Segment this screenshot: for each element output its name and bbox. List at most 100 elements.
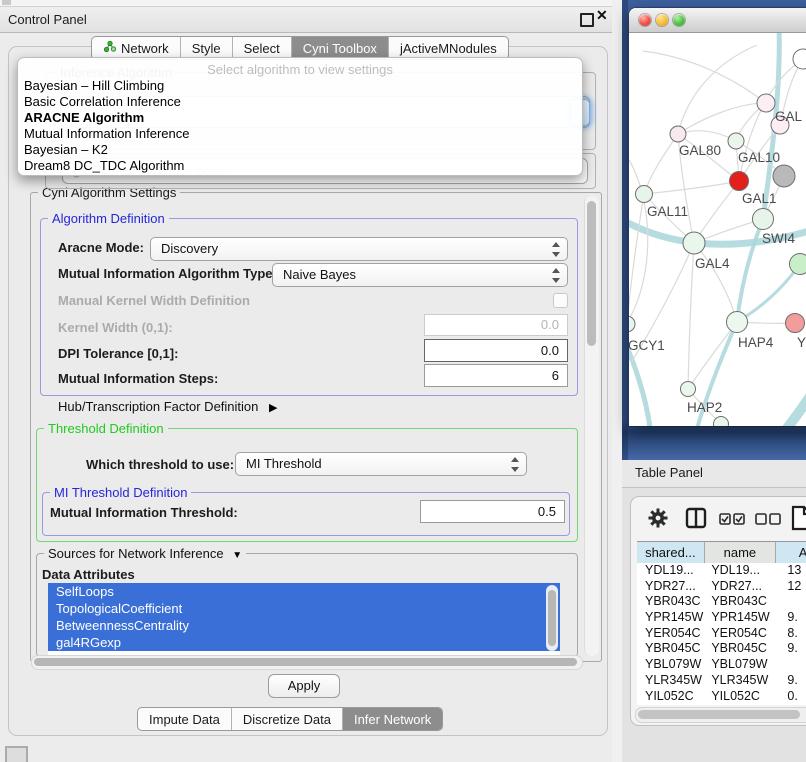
table-row[interactable]: YDR27...YDR27...12 — [637, 579, 806, 595]
close-icon[interactable]: ✕ — [596, 3, 608, 28]
network-node[interactable] — [790, 254, 806, 275]
kernel-width-input[interactable]: 0.0 — [424, 314, 568, 336]
network-window-titlebar[interactable] — [629, 8, 806, 33]
network-edge — [629, 151, 648, 329]
node-label: Y — [797, 335, 806, 350]
network-node[interactable] — [728, 133, 744, 149]
document-icon[interactable] — [791, 505, 806, 536]
network-node[interactable] — [793, 49, 806, 69]
attributes-scrollbar-thumb[interactable] — [548, 590, 556, 646]
table-row[interactable]: YER054CYER054C8. — [637, 626, 806, 642]
apply-button[interactable]: Apply — [268, 674, 340, 698]
mi-threshold-group-title: MI Threshold Definition — [50, 485, 191, 500]
table-settings-gear-icon[interactable] — [647, 507, 669, 534]
node-label: GAL1 — [742, 191, 777, 206]
panel-dock-handle[interactable] — [2, 0, 11, 5]
table-row[interactable]: YIL052CYIL052C0. — [637, 689, 806, 705]
table-cell: YBL079W — [711, 657, 781, 673]
dpi-tolerance-label: DPI Tolerance [0,1]: — [58, 346, 178, 361]
network-view-edge-shade — [622, 0, 628, 460]
table-row[interactable]: YBR043CYBR043C — [637, 594, 806, 610]
table-row[interactable]: YLR345WYLR345W9. — [637, 673, 806, 689]
settings-vertical-scrollbar-thumb[interactable] — [587, 201, 596, 346]
network-node[interactable] — [681, 382, 696, 397]
close-traffic-light[interactable] — [639, 14, 651, 26]
tab-impute-data[interactable]: Impute Data — [138, 708, 231, 730]
table-cell: YPR145W — [711, 610, 781, 626]
column-header-partial[interactable]: A — [776, 542, 806, 564]
algorithm-option[interactable]: Bayesian – Hill Climbing — [18, 78, 582, 94]
zoom-traffic-light[interactable] — [673, 14, 685, 26]
table-horizontal-scrollbar-thumb[interactable] — [638, 710, 800, 719]
network-node[interactable] — [753, 209, 774, 230]
mi-threshold-input[interactable]: 0.5 — [420, 500, 565, 523]
tab-style[interactable]: Style — [180, 37, 232, 59]
table-cell — [781, 594, 806, 610]
node-label: GAL10 — [738, 150, 780, 165]
panel-divider[interactable] — [612, 0, 622, 762]
aracne-mode-combobox[interactable]: Discovery — [150, 237, 568, 261]
algorithm-option[interactable]: Dream8 DC_TDC Algorithm — [18, 158, 582, 174]
table-row[interactable]: YBR045CYBR045C9. — [637, 641, 806, 657]
data-attribute-item[interactable]: SelfLoops — [48, 583, 560, 600]
algorithm-option[interactable]: Mutual Information Inference — [18, 126, 582, 142]
table-row[interactable]: YDL19...YDL19...13 — [637, 563, 806, 579]
mi-threshold-label: Mutual Information Threshold: — [50, 505, 238, 520]
node-label: GAL — [775, 109, 803, 124]
column-header-shared-name[interactable]: shared... — [637, 542, 705, 564]
network-node[interactable] — [683, 232, 705, 254]
table-row[interactable]: YBL079WYBL079W — [637, 657, 806, 673]
minimized-panel-icon[interactable] — [5, 746, 28, 762]
algorithm-option[interactable]: ARACNE Algorithm — [18, 110, 582, 126]
sources-collapser[interactable]: Sources for Network Inference ▼ — [44, 546, 246, 561]
table-cell: YBR043C — [711, 594, 781, 610]
which-threshold-combobox[interactable]: MI Threshold — [235, 452, 527, 476]
minimize-traffic-light[interactable] — [656, 14, 668, 26]
table-row[interactable]: YPR145WYPR145W9. — [637, 610, 806, 626]
top-strip — [0, 0, 614, 7]
network-node[interactable] — [786, 314, 805, 333]
tab-infer-network[interactable]: Infer Network — [342, 708, 442, 730]
network-canvas[interactable]: GAL80GALGAL10GAL1GAL11SWI4GAL4GCY1HAP4YH… — [629, 33, 806, 426]
table-cell: YIL052C — [637, 689, 711, 705]
data-attribute-item[interactable]: TopologicalCoefficient — [48, 600, 560, 617]
network-node[interactable] — [636, 186, 653, 203]
which-threshold-label: Which threshold to use: — [86, 457, 234, 472]
float-window-icon[interactable] — [580, 13, 594, 27]
clear-checkboxes-icon[interactable] — [755, 513, 781, 531]
algorithm-option[interactable]: Bayesian – K2 — [18, 142, 582, 158]
tab-network[interactable]: Network — [92, 37, 180, 59]
data-attributes-list: SelfLoopsTopologicalCoefficientBetweenne… — [48, 583, 560, 655]
split-columns-icon[interactable] — [685, 507, 707, 534]
settings-horizontal-scrollbar-thumb[interactable] — [34, 658, 577, 666]
algorithm-option[interactable]: Basic Correlation Inference — [18, 94, 582, 110]
data-attribute-item[interactable]: gal4RGexp — [48, 634, 560, 651]
network-node[interactable] — [670, 126, 686, 142]
control-panel-title: Control Panel — [8, 7, 87, 32]
column-header-name[interactable]: name — [705, 542, 776, 564]
mi-type-label: Mutual Information Algorithm Type: — [58, 266, 277, 281]
manual-kernel-checkbox[interactable] — [553, 293, 568, 308]
collapse-down-icon: ▼ — [232, 550, 242, 561]
mi-steps-input[interactable]: 6 — [424, 364, 568, 387]
mi-type-combobox[interactable]: Naive Bayes — [272, 263, 568, 287]
table-horizontal-scrollbar[interactable] — [635, 707, 806, 723]
tab-select[interactable]: Select — [232, 37, 291, 59]
network-node[interactable] — [730, 172, 749, 191]
threshold-definition-title: Threshold Definition — [44, 421, 168, 436]
data-attribute-item[interactable]: BetweennessCentrality — [48, 617, 560, 634]
network-node[interactable] — [629, 316, 635, 332]
tab-discretize-data[interactable]: Discretize Data — [231, 708, 342, 730]
tab-cyni-toolbox[interactable]: Cyni Toolbox — [291, 37, 388, 59]
node-label: HAP4 — [738, 335, 774, 350]
tab-jactivemnodules[interactable]: jActiveMNodules — [388, 37, 508, 59]
network-node[interactable] — [757, 94, 775, 112]
kernel-width-label: Kernel Width (0,1): — [58, 320, 173, 335]
hub-definition-expander[interactable]: Hub/Transcription Factor Definition ▶ — [58, 399, 277, 414]
network-edge — [643, 51, 766, 103]
network-node[interactable] — [727, 312, 748, 333]
network-node[interactable] — [773, 165, 795, 187]
network-edge — [644, 134, 678, 194]
select-all-checkboxes-icon[interactable] — [719, 513, 745, 531]
dpi-tolerance-input[interactable]: 0.0 — [424, 339, 568, 362]
